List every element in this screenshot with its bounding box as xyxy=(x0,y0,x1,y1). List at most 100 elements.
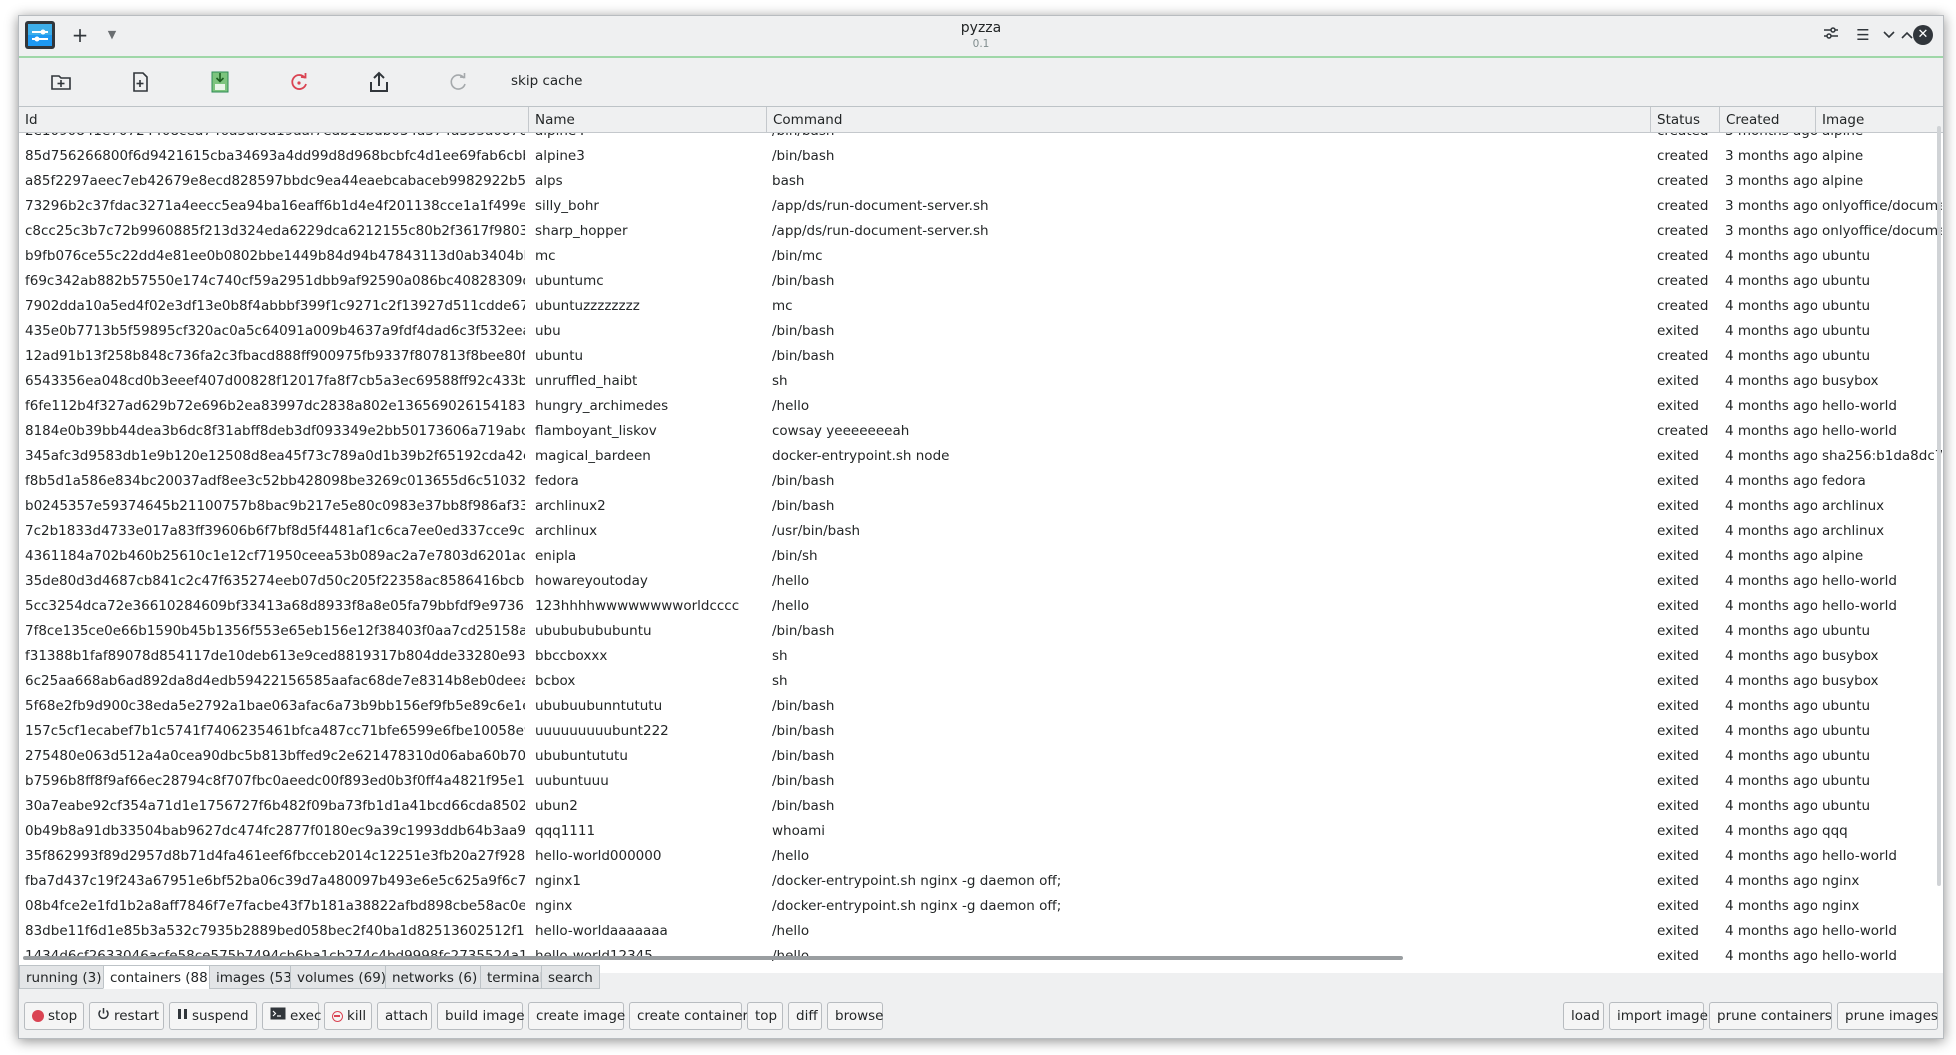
tab-networks[interactable]: networks (6) xyxy=(385,965,485,989)
cell-command: /bin/bash xyxy=(772,273,835,289)
cell-created: 4 months ago xyxy=(1725,273,1817,289)
table-row[interactable]: 35f862993f89d2957d8b71d4fa461eef6fbcceb2… xyxy=(19,844,1943,869)
kill-button[interactable]: kill xyxy=(324,1002,372,1030)
cell-command: cowsay yeeeeeeeah xyxy=(772,423,910,439)
skip-cache-toggle[interactable]: skip cache xyxy=(511,73,582,89)
horizontal-scrollbar-thumb[interactable] xyxy=(23,956,1403,960)
table-row[interactable]: f8b5d1a586e834bc20037adf8ee3c52bb428098b… xyxy=(19,469,1943,494)
button-label: restart xyxy=(114,1008,160,1024)
restart-button[interactable]: restart xyxy=(89,1002,164,1030)
table-row[interactable]: 35de80d3d4687cb841c2c47f635274eeb07d50c2… xyxy=(19,569,1943,594)
open-folder-icon[interactable] xyxy=(47,68,75,96)
table-row[interactable]: 5f68e2fb9d900c38eda5e2792a1bae063afac6a7… xyxy=(19,694,1943,719)
cell-created: 4 months ago xyxy=(1725,898,1817,914)
cell-status: created xyxy=(1657,423,1709,439)
build-image-button[interactable]: build image xyxy=(437,1002,525,1030)
hamburger-menu-icon[interactable]: ☰ xyxy=(1851,23,1875,47)
cell-command: /bin/bash xyxy=(772,698,835,714)
exec-button[interactable]: exec xyxy=(262,1002,321,1030)
table-row[interactable]: b9fb076ce55c22dd4e81ee0b0802bbe1449b84d9… xyxy=(19,244,1943,269)
table-row[interactable]: 7902dda10a5ed4f02e3df13e0b8f4abbbf399f1c… xyxy=(19,294,1943,319)
table-row[interactable]: 08b4fce2e1fd1b2a8aff7846f7e7facbe43f7b18… xyxy=(19,894,1943,919)
button-label: import image xyxy=(1617,1008,1708,1024)
suspend-button[interactable]: suspend xyxy=(169,1002,257,1030)
table-row[interactable]: 7f8ce135ce0e66b1590b45b1356f553e65eb156e… xyxy=(19,619,1943,644)
attach-button[interactable]: attach xyxy=(377,1002,432,1030)
import-image-button[interactable]: import image xyxy=(1609,1002,1708,1030)
table-row[interactable]: b0245357e59374645b21100757b8bac9b217e5e8… xyxy=(19,494,1943,519)
tab-running[interactable]: running (3) xyxy=(19,965,109,989)
column-header-image[interactable]: Image xyxy=(1816,107,1943,132)
cell-image: ubuntu xyxy=(1822,348,1871,364)
create-image-button[interactable]: create image xyxy=(528,1002,625,1030)
table-row[interactable]: c8cc25c3b7c72b9960885f213d324eda6229dca6… xyxy=(19,219,1943,244)
app-icon[interactable] xyxy=(25,21,55,49)
table-row[interactable]: 12ad91b13f258b848c736fa2c3fbacd888ff9009… xyxy=(19,344,1943,369)
cell-status: exited xyxy=(1657,873,1699,889)
cell-created: 4 months ago xyxy=(1725,748,1817,764)
browse-button[interactable]: browse xyxy=(827,1002,883,1030)
diff-button[interactable]: diff xyxy=(788,1002,822,1030)
column-header-created[interactable]: Created xyxy=(1720,107,1816,132)
column-header-name[interactable]: Name xyxy=(529,107,767,132)
prune-containers-button[interactable]: prune containers xyxy=(1709,1002,1832,1030)
export-icon[interactable] xyxy=(365,68,393,96)
cell-name: alpine4 xyxy=(535,133,763,144)
table-row[interactable]: 5cc3254dca72e36610284609bf33413a68d8933f… xyxy=(19,594,1943,619)
tab-containers[interactable]: containers (88) xyxy=(103,965,221,989)
table-row[interactable]: 2e1090841e70724408ced746a3df8a19aaf7edb1… xyxy=(19,133,1943,144)
table-row[interactable]: f31388b1faf89078d854117de10deb613e9ced88… xyxy=(19,644,1943,669)
button-label: create container xyxy=(637,1008,749,1024)
cell-status: exited xyxy=(1657,398,1699,414)
cell-name: alps xyxy=(535,173,563,189)
table-row[interactable]: 435e0b7713b5f59895cf320ac0a5c64091a009b4… xyxy=(19,319,1943,344)
cell-name: nginx1 xyxy=(535,873,582,889)
horizontal-scrollbar[interactable] xyxy=(19,956,1943,960)
table-row[interactable]: 275480e063d512a4a0cea90dbc5b813bffed9c2e… xyxy=(19,744,1943,769)
table-row[interactable]: 73296b2c37fdac3271a4eecc5ea94ba16eaff6b1… xyxy=(19,194,1943,219)
table-row[interactable]: 85d756266800f6d9421615cba34693a4dd99d8d9… xyxy=(19,144,1943,169)
table-row[interactable]: f69c342ab882b57550e174c740cf59a2951dbb9a… xyxy=(19,269,1943,294)
cell-id: 5f68e2fb9d900c38eda5e2792a1bae063afac6a7… xyxy=(25,698,525,714)
cell-image: ubuntu xyxy=(1822,773,1871,789)
refresh-red-icon[interactable] xyxy=(285,68,313,96)
table-row[interactable]: b7596b8ff8f9af66ec28794c8f707fbc0aeedc00… xyxy=(19,769,1943,794)
table-row[interactable]: 4361184a702b460b25610c1e12cf71950ceea53b… xyxy=(19,544,1943,569)
table-row[interactable]: 6c25aa668ab6ad892da8d4edb59422156585aafa… xyxy=(19,669,1943,694)
new-file-icon[interactable] xyxy=(126,68,154,96)
table-row[interactable]: f6fe112b4f327ad629b72e696b2ea83997dc2838… xyxy=(19,394,1943,419)
cell-command: /bin/bash xyxy=(772,798,835,814)
tab-terminal[interactable]: terminal xyxy=(480,965,551,989)
new-tab-plus-icon[interactable]: + xyxy=(67,22,93,48)
table-row[interactable]: fba7d437c19f243a67951e6bf52ba06c39d7a480… xyxy=(19,869,1943,894)
table-row[interactable]: 345afc3d9583db1e9b120e12508d8ea45f73c789… xyxy=(19,444,1943,469)
cell-image: hello-world xyxy=(1822,848,1897,864)
top-button[interactable]: top xyxy=(747,1002,783,1030)
table-row[interactable]: 0b49b8a91db33504bab9627dc474fc2877f0180e… xyxy=(19,819,1943,844)
column-header-id[interactable]: Id xyxy=(19,107,529,132)
prune-images-button[interactable]: prune images xyxy=(1837,1002,1938,1030)
load-button[interactable]: load xyxy=(1563,1002,1604,1030)
vertical-scrollbar[interactable] xyxy=(1937,126,1941,886)
column-header-status[interactable]: Status xyxy=(1651,107,1720,132)
cell-image: alpine xyxy=(1822,148,1864,164)
table-row[interactable]: 8184e0b39bb44dea3b6dc8f31abff8deb3df0933… xyxy=(19,419,1943,444)
table-row[interactable]: 157c5cf1ecabef7b1c5741f7406235461bfca487… xyxy=(19,719,1943,744)
configure-icon[interactable] xyxy=(1819,23,1843,47)
create-container-button[interactable]: create container xyxy=(629,1002,748,1030)
table-row[interactable]: 30a7eabe92cf354a71d1e1756727f6b482f09ba7… xyxy=(19,794,1943,819)
table-row[interactable]: a85f2297aeec7eb42679e8ecd828597bbdc9ea44… xyxy=(19,169,1943,194)
close-icon[interactable]: ✕ xyxy=(1913,25,1933,45)
reload-icon[interactable] xyxy=(444,68,472,96)
table-row[interactable]: 6543356ea048cd0b3eeef407d00828f12017fa8f… xyxy=(19,369,1943,394)
column-header-command[interactable]: Command xyxy=(767,107,1651,132)
table-row[interactable]: 83dbe11f6d1e85b3a532c7935b2889bed058bec2… xyxy=(19,919,1943,944)
cell-status: exited xyxy=(1657,698,1699,714)
table-row[interactable]: 7c2b1833d4733e017a83ff39606b6f7bf8d5f448… xyxy=(19,519,1943,544)
cell-command: sh xyxy=(772,373,788,389)
save-green-icon[interactable] xyxy=(206,68,234,96)
tab-volumes[interactable]: volumes (69) xyxy=(290,965,394,989)
tab-search[interactable]: search xyxy=(541,965,600,989)
stop-button[interactable]: stop xyxy=(24,1002,84,1030)
chevron-down-icon[interactable]: ▼ xyxy=(99,22,125,48)
